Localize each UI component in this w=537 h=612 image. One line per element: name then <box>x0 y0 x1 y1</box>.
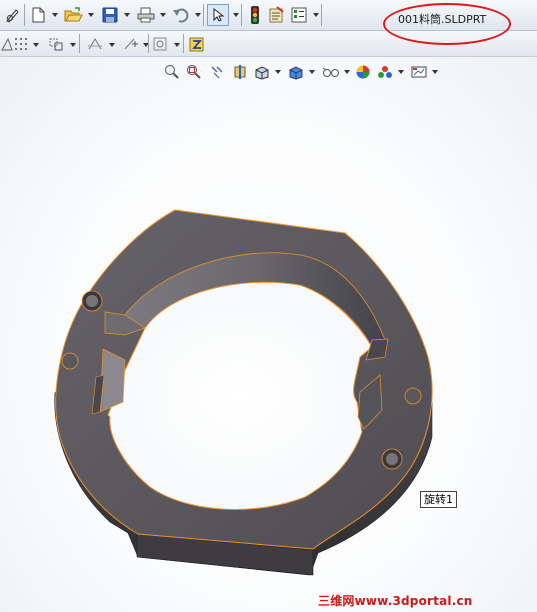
display-relations-dropdown-arrow-icon[interactable] <box>174 43 180 47</box>
filename-highlight-ellipse <box>383 3 511 45</box>
part-model[interactable] <box>0 57 537 612</box>
display-relations-icon[interactable] <box>150 33 172 55</box>
part-hole-right <box>404 387 422 405</box>
save-dropdown-arrow-icon[interactable] <box>124 13 130 17</box>
select-dropdown-arrow-icon[interactable] <box>233 13 239 17</box>
rebuild-traffic-light-icon[interactable] <box>244 4 266 26</box>
open-dropdown-arrow-icon[interactable] <box>88 13 94 17</box>
new-dropdown-arrow-icon[interactable] <box>52 13 58 17</box>
part-left-lower-notch <box>99 348 126 413</box>
grid-snap-icon[interactable] <box>10 33 32 55</box>
add-relation-icon[interactable] <box>120 33 142 55</box>
move-entities-icon[interactable] <box>45 33 67 55</box>
undo-dropdown-arrow-icon[interactable] <box>195 13 201 17</box>
feature-tag-label[interactable]: 旋转1 <box>420 491 457 508</box>
options-dropdown-arrow-icon[interactable] <box>313 13 319 17</box>
dimension-dropdown-arrow-icon[interactable] <box>109 43 115 47</box>
grid-dropdown-arrow-icon[interactable] <box>33 43 39 47</box>
quick-snaps-icon[interactable] <box>186 33 208 55</box>
part-hole-left <box>61 352 79 370</box>
sketch-icon[interactable] <box>1 4 23 26</box>
save-icon[interactable] <box>99 4 121 26</box>
move-dropdown-arrow-icon[interactable] <box>70 43 76 47</box>
undo-icon[interactable] <box>170 4 192 26</box>
part-hole-upper-left <box>81 290 103 312</box>
open-folder-icon[interactable] <box>62 4 84 26</box>
select-cursor-icon[interactable] <box>207 4 229 26</box>
options-icon[interactable] <box>288 4 310 26</box>
file-properties-icon[interactable] <box>265 4 287 26</box>
print-icon[interactable] <box>135 4 157 26</box>
smart-dimension-icon[interactable] <box>84 33 106 55</box>
print-dropdown-arrow-icon[interactable] <box>160 13 166 17</box>
part-hole-lower-right <box>381 448 403 470</box>
site-watermark: 三维网www.3dportal.cn <box>318 594 473 608</box>
new-document-icon[interactable] <box>27 4 49 26</box>
